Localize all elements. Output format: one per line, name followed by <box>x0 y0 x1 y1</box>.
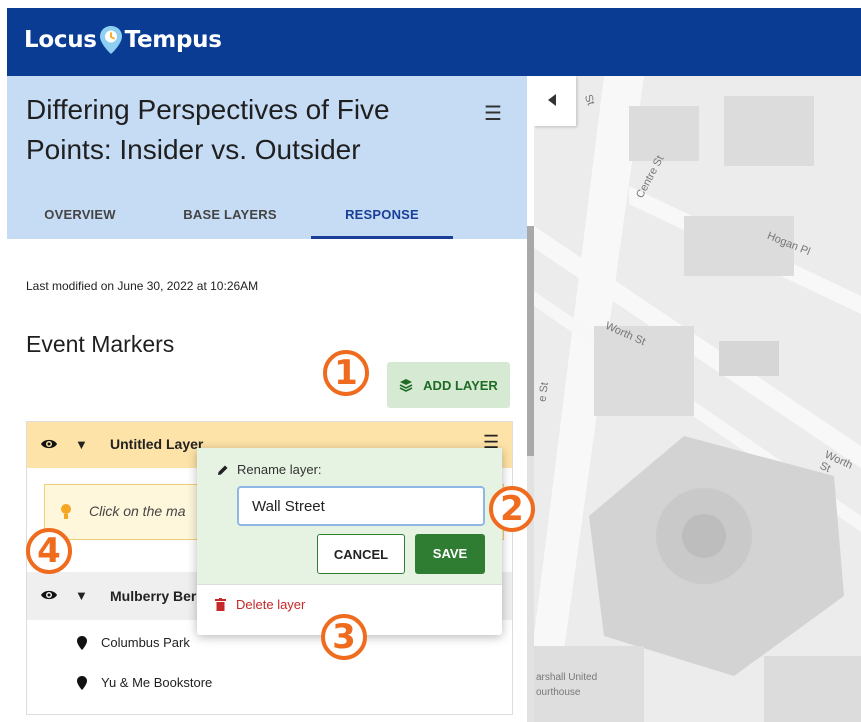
lightbulb-icon <box>61 504 71 519</box>
section-title: Event Markers <box>26 331 175 357</box>
map-view[interactable]: St Centre St Hogan Pl Worth St e St Wort… <box>534 76 861 722</box>
rename-layer-popup: Rename layer: CANCEL SAVE Delete layer <box>197 448 502 635</box>
rename-label: Rename layer: <box>217 462 322 477</box>
map-pin-logo-icon <box>99 26 122 54</box>
panel-scrollbar[interactable] <box>527 226 534 722</box>
add-layer-label: ADD LAYER <box>423 377 498 393</box>
project-menu-icon[interactable]: ☰ <box>484 101 502 126</box>
trash-icon <box>215 598 226 611</box>
callout-badge: 3 <box>321 614 367 660</box>
rename-label-text: Rename layer: <box>237 462 322 477</box>
delete-layer-label: Delete layer <box>236 597 306 612</box>
pencil-icon <box>218 465 228 475</box>
app-logo[interactable]: Locus Tempus <box>24 25 222 55</box>
sublayer-name: Mulberry Ber <box>110 588 197 604</box>
map-marker-icon <box>77 635 87 650</box>
last-modified-text: Last modified on June 30, 2022 at 10:26A… <box>26 279 259 293</box>
top-bar: Locus Tempus <box>7 8 861 76</box>
chevron-down-icon[interactable]: ▼ <box>75 588 88 603</box>
list-item[interactable]: Columbus Park <box>77 635 190 650</box>
eye-icon[interactable] <box>40 588 58 602</box>
map-tiles <box>534 76 861 722</box>
popup-divider <box>197 584 502 585</box>
logo-text-locus: Locus <box>24 27 97 53</box>
callout-badge: 2 <box>489 486 535 532</box>
layers-icon <box>399 379 413 392</box>
project-title: Differing Perspectives of Five Points: I… <box>26 94 390 165</box>
tab-bar: OVERVIEW BASE LAYERS RESPONSE <box>7 194 527 239</box>
list-item[interactable]: Yu & Me Bookstore <box>77 675 212 690</box>
list-item-label: Columbus Park <box>101 635 190 650</box>
project-header: Differing Perspectives of Five Points: I… <box>7 76 527 239</box>
chevron-down-icon[interactable]: ▼ <box>75 437 88 452</box>
poi-label: ourthouse <box>536 687 581 698</box>
scrollbar-thumb[interactable] <box>527 226 534 456</box>
poi-label: arshall United <box>536 672 598 683</box>
rename-section: Rename layer: CANCEL SAVE <box>197 448 502 584</box>
collapse-panel-button[interactable] <box>534 76 576 126</box>
map-hint-text: Click on the ma <box>89 503 186 519</box>
delete-layer-button[interactable]: Delete layer <box>215 597 305 612</box>
caret-left-icon <box>548 94 556 106</box>
tab-overview[interactable]: OVERVIEW <box>15 194 145 239</box>
add-layer-button[interactable]: ADD LAYER <box>387 362 510 408</box>
cancel-button[interactable]: CANCEL <box>317 534 405 574</box>
eye-icon[interactable] <box>40 437 58 451</box>
tab-base-layers[interactable]: BASE LAYERS <box>155 194 305 239</box>
list-item-label: Yu & Me Bookstore <box>101 675 213 690</box>
layer-name: Untitled Layer <box>110 436 204 452</box>
callout-badge: 1 <box>323 350 369 396</box>
save-button[interactable]: SAVE <box>415 534 485 574</box>
app-window: Locus Tempus Differing Perspectives of F… <box>7 8 861 722</box>
callout-badge: 4 <box>26 528 72 574</box>
tab-response[interactable]: RESPONSE <box>311 194 453 239</box>
logo-text-tempus: Tempus <box>124 27 222 53</box>
rename-input[interactable] <box>237 486 485 526</box>
map-marker-icon <box>77 675 87 690</box>
